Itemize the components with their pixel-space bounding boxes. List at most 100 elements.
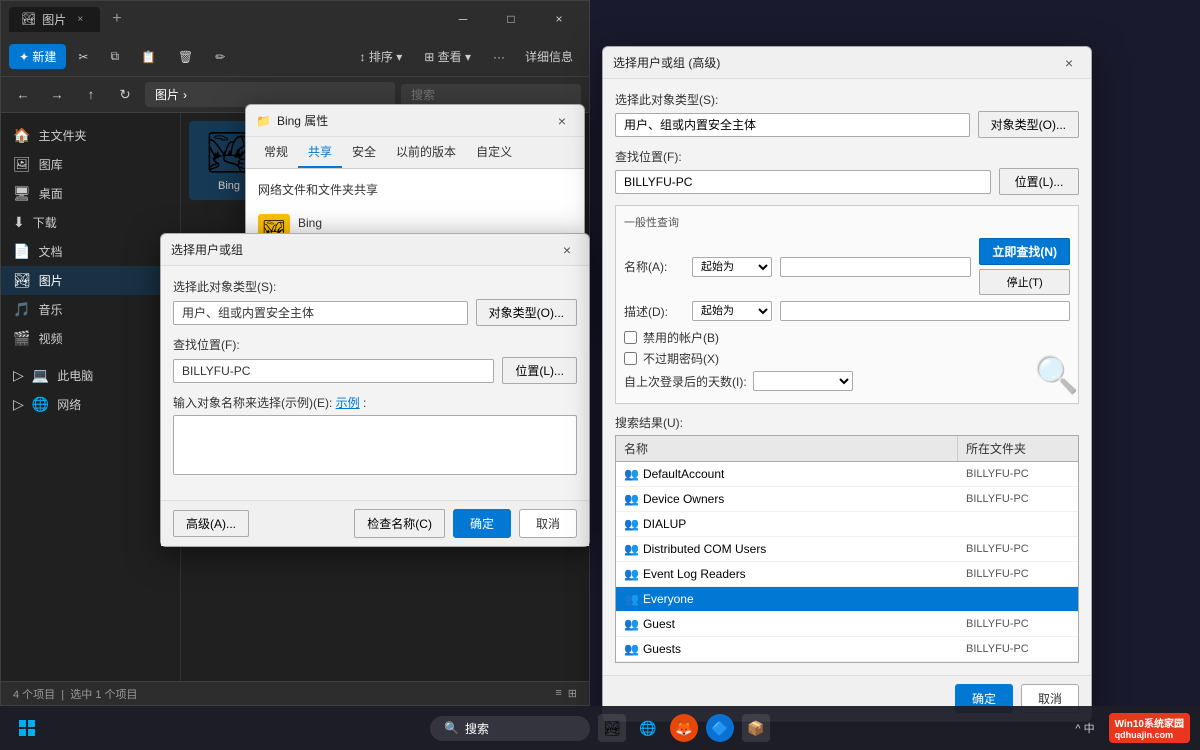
object-type-input[interactable] [173, 301, 468, 325]
adv-type-label: 选择此对象类型(S): [615, 91, 1079, 108]
name-query-row: 名称(A): 起始为 立即查找(N) 停止(T) [624, 238, 1070, 295]
bing-tab-share[interactable]: 共享 [298, 137, 342, 168]
documents-icon: 📄 [13, 243, 30, 260]
sidebar-item-network[interactable]: ▷ 🌐 网络 [1, 390, 180, 419]
path-breadcrumb: 图片 [155, 86, 179, 103]
taskbar-search[interactable]: 🔍 搜索 [430, 716, 590, 741]
location-input[interactable] [173, 359, 494, 383]
stop-btn[interactable]: 停止(T) [979, 269, 1070, 295]
desc-filter-select[interactable]: 起始为 [692, 301, 772, 321]
results-row[interactable]: 👥 DIALUP [616, 512, 1078, 537]
results-cell-location [958, 597, 1078, 601]
user-select-small-close[interactable]: × [555, 238, 579, 262]
adv-location-btn[interactable]: 位置(L)... [999, 168, 1079, 195]
search-input[interactable] [401, 84, 581, 106]
sidebar-item-documents[interactable]: 📄 文档 [1, 237, 180, 266]
sidebar-item-gallery[interactable]: 🖼 图库 [1, 150, 180, 179]
back-btn[interactable]: ← [9, 81, 37, 109]
sidebar-item-videos[interactable]: 🎬 视频 [1, 324, 180, 353]
more-button[interactable]: ··· [483, 46, 515, 68]
maximize-btn[interactable]: □ [489, 3, 533, 35]
item-count: 4 个项目 | 选中 1 个项目 [13, 686, 138, 702]
up-btn[interactable]: ↑ [77, 81, 105, 109]
taskbar-icon-4[interactable]: 🔷 [706, 714, 734, 742]
sidebar-item-thispc[interactable]: ▷ 💻 此电脑 [1, 361, 180, 390]
taskbar-icon-2[interactable]: 🌐 [634, 714, 662, 742]
close-btn[interactable]: × [537, 3, 581, 35]
paste-button[interactable]: 📋 [131, 46, 166, 68]
usd-cancel-btn[interactable]: 取消 [519, 509, 577, 538]
sidebar-item-home[interactable]: 🏠 主文件夹 [1, 121, 180, 150]
taskbar-icon-3[interactable]: 🦊 [670, 714, 698, 742]
sort-button[interactable]: ↕ 排序 ▾ [350, 44, 413, 69]
results-row[interactable]: 👥 Guests BILLYFU-PC [616, 637, 1078, 662]
thispc-computer-icon: 💻 [32, 367, 49, 384]
results-row[interactable]: 👥 Guest BILLYFU-PC [616, 612, 1078, 637]
noexpiry-checkbox[interactable] [624, 352, 637, 365]
example-link[interactable]: 示例 [336, 396, 360, 410]
location-btn[interactable]: 位置(L)... [502, 357, 577, 384]
forward-btn[interactable]: → [43, 81, 71, 109]
col-name-header[interactable]: 名称 [616, 436, 958, 461]
search-now-btn[interactable]: 立即查找(N) [979, 238, 1070, 265]
adv-dialog-close[interactable]: × [1057, 51, 1081, 75]
object-type-label: 选择此对象类型(S): [173, 278, 577, 295]
new-tab-btn[interactable]: + [108, 10, 125, 28]
results-row[interactable]: 👥 Everyone [616, 587, 1078, 612]
desc-query-input[interactable] [780, 301, 1070, 321]
start-button[interactable] [10, 711, 44, 745]
bing-title-icon: 📁 [256, 114, 271, 128]
col-location-header[interactable]: 所在文件夹 [958, 436, 1078, 461]
explorer-tab[interactable]: 🏞 图片 × [9, 7, 100, 32]
days-select[interactable] [753, 371, 853, 391]
adv-type-input[interactable] [615, 113, 970, 137]
new-button[interactable]: ✦ 新建 [9, 44, 66, 69]
taskbar-left [10, 711, 44, 745]
bing-tab-general[interactable]: 常规 [254, 137, 298, 168]
minimize-btn[interactable]: ─ [441, 3, 485, 35]
view-button[interactable]: ⊞ 查看 ▾ [414, 44, 481, 69]
results-cell-location: BILLYFU-PC [958, 466, 1078, 482]
rename-button[interactable]: ✏ [205, 46, 235, 68]
adv-type-btn[interactable]: 对象类型(O)... [978, 111, 1079, 138]
bing-tab-customize[interactable]: 自定义 [466, 137, 522, 168]
days-label: 自上次登录后的天数(I): [624, 373, 747, 390]
sidebar-item-desktop[interactable]: 🖥 桌面 [1, 179, 180, 208]
refresh-btn[interactable]: ↻ [111, 81, 139, 109]
sidebar-pictures-label: 图片 [39, 272, 63, 289]
object-name-textarea[interactable] [173, 415, 577, 475]
tab-close-btn[interactable]: × [72, 11, 88, 27]
copy-button[interactable]: ⧉ [100, 45, 129, 68]
taskbar-explorer-icon[interactable]: 🏞 [598, 714, 626, 742]
bing-tab-previous[interactable]: 以前的版本 [386, 137, 466, 168]
adv-location-input[interactable] [615, 170, 991, 194]
user-select-small-title-text: 选择用户或组 [171, 241, 243, 258]
results-cell-name: 👥 DefaultAccount [616, 465, 958, 483]
taskbar-icon-5[interactable]: 📦 [742, 714, 770, 742]
adv-location-label: 查找位置(F): [615, 148, 1079, 165]
sidebar-item-music[interactable]: 🎵 音乐 [1, 295, 180, 324]
bing-tab-security[interactable]: 安全 [342, 137, 386, 168]
results-row[interactable]: 👥 DefaultAccount BILLYFU-PC [616, 462, 1078, 487]
bing-dialog-title: 📁 Bing 属性 × [246, 105, 584, 137]
object-type-btn[interactable]: 对象类型(O)... [476, 299, 577, 326]
user-group-icon: 👥 [624, 642, 639, 656]
results-row[interactable]: 👥 Distributed COM Users BILLYFU-PC [616, 537, 1078, 562]
detail-view-btn[interactable]: 详细信息 [517, 48, 581, 65]
name-query-input[interactable] [780, 257, 971, 277]
bing-dialog-close[interactable]: × [550, 109, 574, 133]
delete-button[interactable]: 🗑 [168, 46, 203, 68]
sidebar-item-downloads[interactable]: ⬇ 下载 [1, 208, 180, 237]
results-row[interactable]: 👥 Event Log Readers BILLYFU-PC [616, 562, 1078, 587]
usd-ok-btn[interactable]: 确定 [453, 509, 511, 538]
sidebar-item-pictures[interactable]: 🏞 图片 [1, 266, 180, 295]
list-view-btn[interactable]: ≡ [555, 687, 561, 700]
results-row[interactable]: 👥 Device Owners BILLYFU-PC [616, 487, 1078, 512]
check-names-btn[interactable]: 检查名称(C) [354, 509, 445, 538]
grid-view-btn[interactable]: ⊞ [568, 687, 577, 700]
advanced-btn[interactable]: 高级(A)... [173, 510, 249, 537]
object-name-label: 输入对象名称来选择(示例)(E): 示例 : [173, 394, 577, 411]
disabled-account-checkbox[interactable] [624, 331, 637, 344]
cut-button[interactable]: ✂ [68, 46, 98, 68]
name-filter-select[interactable]: 起始为 [692, 257, 772, 277]
